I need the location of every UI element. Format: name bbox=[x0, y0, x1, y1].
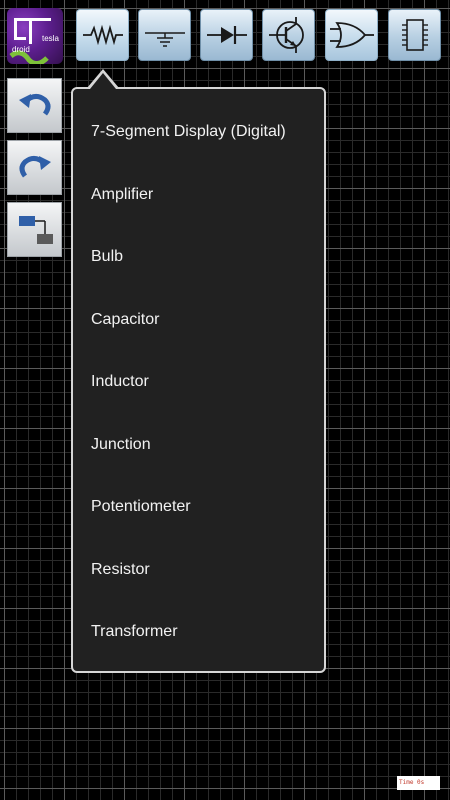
wire-mode-button[interactable] bbox=[7, 202, 62, 257]
logic-gate-category-button[interactable] bbox=[325, 9, 378, 61]
menu-item-capacitor[interactable]: Capacitor bbox=[91, 300, 321, 340]
ic-category-button[interactable] bbox=[388, 9, 441, 61]
menu-item-amplifier[interactable]: Amplifier bbox=[91, 175, 321, 215]
menu-item-inductor[interactable]: Inductor bbox=[91, 362, 321, 402]
redo-button[interactable] bbox=[7, 140, 62, 195]
redo-icon bbox=[19, 155, 51, 177]
or-gate-icon bbox=[329, 22, 374, 48]
transistor-icon bbox=[268, 17, 304, 53]
menu-item-junction[interactable]: Junction bbox=[91, 425, 321, 465]
simulation-time-readout: Time 0s bbox=[397, 776, 440, 790]
svg-text:droid: droid bbox=[12, 45, 30, 54]
menu-item-bulb[interactable]: Bulb bbox=[91, 237, 321, 277]
resistor-category-button[interactable] bbox=[76, 9, 129, 61]
menu-item-transformer[interactable]: Transformer bbox=[91, 612, 321, 652]
ic-chip-icon bbox=[401, 19, 428, 51]
component-menu: 7-Segment Display (Digital) Amplifier Bu… bbox=[71, 87, 326, 673]
wire-mode-icon bbox=[18, 215, 53, 244]
diode-category-button[interactable] bbox=[200, 9, 253, 61]
resistor-icon bbox=[82, 24, 123, 46]
menu-pointer-fill bbox=[90, 73, 116, 89]
menu-item-potentiometer[interactable]: Potentiometer bbox=[91, 487, 321, 527]
ground-category-button[interactable] bbox=[138, 9, 191, 61]
ground-icon bbox=[144, 32, 185, 47]
undo-icon bbox=[18, 93, 50, 115]
svg-text:tesla: tesla bbox=[42, 34, 59, 43]
undo-button[interactable] bbox=[7, 78, 62, 133]
menu-item-resistor[interactable]: Resistor bbox=[91, 550, 321, 590]
transistor-category-button[interactable] bbox=[262, 9, 315, 61]
app-logo-icon[interactable]: tesla droid bbox=[7, 8, 63, 64]
diode-icon bbox=[206, 26, 247, 44]
menu-item-7-segment-display[interactable]: 7-Segment Display (Digital) bbox=[91, 112, 321, 152]
